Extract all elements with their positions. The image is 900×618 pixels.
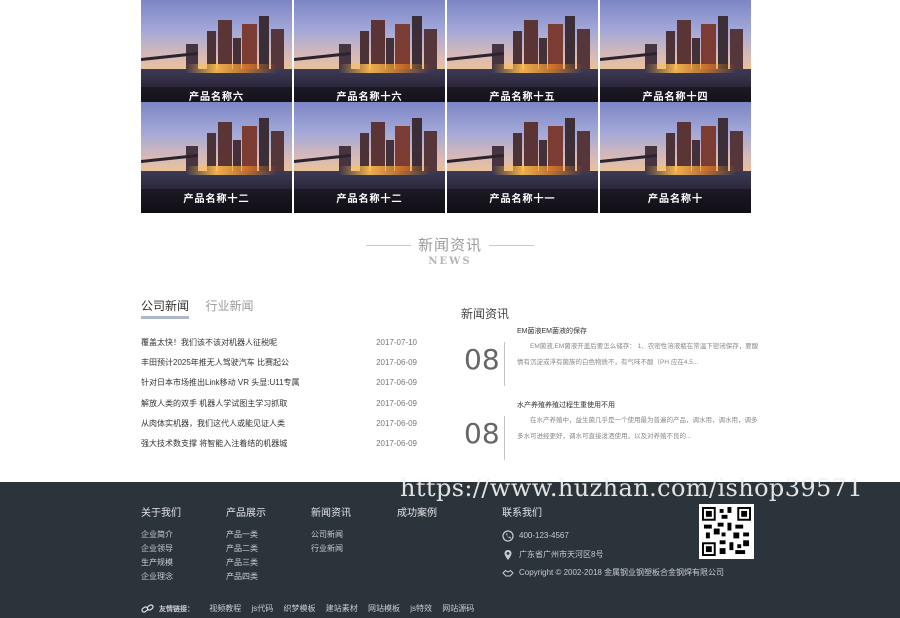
contact-address: 广东省广州市天河区8号 xyxy=(502,549,724,568)
news-date: 2017-06-09 xyxy=(376,438,417,448)
divider xyxy=(504,342,505,386)
news-title[interactable]: 针对日本市场推出Link移动 VR 头显:U11专属 xyxy=(141,373,300,393)
handshake-icon xyxy=(502,569,514,577)
news-date: 2017-06-09 xyxy=(376,378,417,388)
footer-link[interactable]: 企业理念 xyxy=(141,570,181,584)
footer-link[interactable]: 产品一类 xyxy=(226,528,266,542)
news-title[interactable]: 覆盖太快！我们该不该对机器人征税呢 xyxy=(141,333,277,353)
contact-copyright: Copyright © 2002-2018 金属钢业钢塑板合金钢焊有限公司 xyxy=(502,567,724,586)
footer-col-about: 关于我们 企业简介 企业领导 生产规模 企业理念 xyxy=(141,504,181,584)
friend-link[interactable]: 网站源码 xyxy=(442,603,474,614)
footer-col-title: 新闻资讯 xyxy=(311,508,351,519)
footer: 关于我们 企业简介 企业领导 生产规模 企业理念 产品展示 产品一类 产品二类 … xyxy=(0,482,900,618)
news-feature-title[interactable]: EM菌液EM菌液的保存 xyxy=(517,326,587,336)
news-feature-desc: EM菌液,EM菌液开盖后要怎么储存： 1、农密性溶液瓶在常温下密闭保存，要酸情有… xyxy=(517,343,759,366)
footer-link[interactable]: 公司新闻 xyxy=(311,528,351,542)
news-row[interactable]: 解放人类的双手 机器人学试图主学习抓取 2017-06-09 xyxy=(141,394,417,414)
qr-code xyxy=(699,504,754,559)
news-day: 08 xyxy=(464,343,500,376)
watermark-url: https://www.huzhan.com/ishop39571 xyxy=(400,474,864,502)
news-section-header: 新闻资讯 NEWS xyxy=(366,236,534,268)
product-tile[interactable]: 产品名称十二 xyxy=(294,102,445,213)
news-row[interactable]: 针对日本市场推出Link移动 VR 头显:U11专属 2017-06-09 xyxy=(141,373,417,393)
news-date: 2017-06-09 xyxy=(376,398,417,408)
contact-title: 联系我们 xyxy=(502,508,542,519)
product-tile[interactable]: 产品名称十一 xyxy=(447,102,598,213)
copyright-text: Copyright © 2002-2018 金属钢业钢塑板合金钢焊有限公司 xyxy=(519,568,725,577)
product-name: 产品名称十 xyxy=(600,189,751,213)
footer-contact: 联系我们 400-123-4567 广东省广州市天河区8号 Copyright … xyxy=(502,504,724,586)
friend-link[interactable]: 建站素材 xyxy=(326,603,358,614)
news-feature-item[interactable]: 08 水产养殖养殖过程生重使用不用 在水产养殖中，益生菌几乎是一个使用最为普遍的… xyxy=(464,400,764,466)
link-chain-icon xyxy=(141,604,154,614)
news-date: 2017-07-10 xyxy=(376,338,417,347)
news-row[interactable]: 丰田预计2025年推无人驾驶汽车 比赛起公 2017-06-09 xyxy=(141,353,417,373)
news-feature-item[interactable]: 08 EM菌液EM菌液的保存 EM菌液,EM菌液开盖后要怎么储存： 1、农密性溶… xyxy=(464,326,764,392)
news-list: 覆盖太快！我们该不该对机器人征税呢 2017-07-10 丰田预计2025年推无人驾… xyxy=(141,333,417,454)
footer-link[interactable]: 产品三类 xyxy=(226,556,266,570)
footer-col-title[interactable]: 成功案例 xyxy=(397,504,437,519)
divider xyxy=(504,416,505,460)
footer-col-title: 产品展示 xyxy=(226,508,266,519)
footer-link[interactable]: 产品四类 xyxy=(226,570,266,584)
footer-link[interactable]: 产品二类 xyxy=(226,542,266,556)
divider-left xyxy=(366,245,411,246)
product-name: 产品名称十二 xyxy=(294,189,445,213)
footer-link[interactable]: 企业领导 xyxy=(141,542,181,556)
news-tabs: 公司新闻 行业新闻 xyxy=(141,297,265,319)
product-tile[interactable]: 产品名称十二 xyxy=(141,102,292,213)
product-tile[interactable]: 产品名称六 xyxy=(141,0,292,111)
news-date: 2017-06-09 xyxy=(376,418,417,428)
friend-link[interactable]: js特效 xyxy=(410,603,432,614)
product-tile[interactable]: 产品名称十四 xyxy=(600,0,751,111)
qr-code-icon xyxy=(702,507,751,556)
phone-number: 400-123-4567 xyxy=(519,531,569,540)
footer-col-news: 新闻资讯 公司新闻 行业新闻 xyxy=(311,504,351,556)
right-news-title: 新闻资讯 xyxy=(461,307,510,321)
news-feature-desc: 在水产养殖中，益生菌几乎是一个使用最为普遍的产品，调水用，调水用，调多多水可进经… xyxy=(517,417,758,440)
section-title: 新闻资讯 xyxy=(417,237,482,254)
friend-links: 友情链接： 视频教程 js代码 织梦模板 建站素材 网站模板 js特效 网站源码 xyxy=(141,603,482,617)
footer-col-products: 产品展示 产品一类 产品二类 产品三类 产品四类 xyxy=(226,504,266,584)
product-grid: 产品名称六 产品名称十六 产品名称十五 产品名称十四 产品名称十二 产品名称十二 产品名称十… xyxy=(141,0,751,213)
news-row[interactable]: 覆盖太快！我们该不该对机器人征税呢 2017-07-10 xyxy=(141,333,417,353)
footer-link[interactable]: 生产规模 xyxy=(141,556,181,570)
news-feature-title[interactable]: 水产养殖养殖过程生重使用不用 xyxy=(517,400,615,410)
product-tile[interactable]: 产品名称十六 xyxy=(294,0,445,111)
footer-link[interactable]: 行业新闻 xyxy=(311,542,351,556)
friend-links-label: 友情链接： xyxy=(159,606,194,613)
friend-link[interactable]: 视频教程 xyxy=(209,603,241,614)
tab-company-news[interactable]: 公司新闻 xyxy=(141,297,190,319)
footer-link[interactable]: 企业简介 xyxy=(141,528,181,542)
footer-col-cases: 成功案例 xyxy=(397,504,437,528)
news-row[interactable]: 从肉体实机器，我们这代人或能见证人类 2017-06-09 xyxy=(141,414,417,434)
news-title[interactable]: 丰田预计2025年推无人驾驶汽车 比赛起公 xyxy=(141,353,289,373)
address-text: 广东省广州市天河区8号 xyxy=(519,549,604,559)
product-tile[interactable]: 产品名称十五 xyxy=(447,0,598,111)
friend-link[interactable]: 网站模板 xyxy=(368,603,400,614)
divider-right xyxy=(489,245,534,246)
friend-link[interactable]: 织梦模板 xyxy=(283,603,315,614)
section-subtitle: NEWS xyxy=(428,256,472,267)
location-pin-icon xyxy=(504,549,512,560)
news-row[interactable]: 强大技术数支撑 将智能入注着结的机器城 2017-06-09 xyxy=(141,434,417,454)
product-tile[interactable]: 产品名称十 xyxy=(600,102,751,213)
contact-phone: 400-123-4567 xyxy=(502,530,724,549)
news-day: 08 xyxy=(464,417,500,450)
tab-industry-news[interactable]: 行业新闻 xyxy=(205,297,253,315)
product-name: 产品名称十二 xyxy=(141,189,292,213)
friend-link[interactable]: js代码 xyxy=(251,603,273,614)
news-date: 2017-06-09 xyxy=(376,358,417,368)
phone-icon xyxy=(502,530,514,542)
news-title[interactable]: 强大技术数支撑 将智能入注着结的机器城 xyxy=(141,434,287,454)
product-name: 产品名称十一 xyxy=(447,189,598,213)
news-title[interactable]: 解放人类的双手 机器人学试图主学习抓取 xyxy=(141,394,287,414)
footer-col-title: 关于我们 xyxy=(141,508,181,519)
news-title[interactable]: 从肉体实机器，我们这代人或能见证人类 xyxy=(141,414,285,434)
